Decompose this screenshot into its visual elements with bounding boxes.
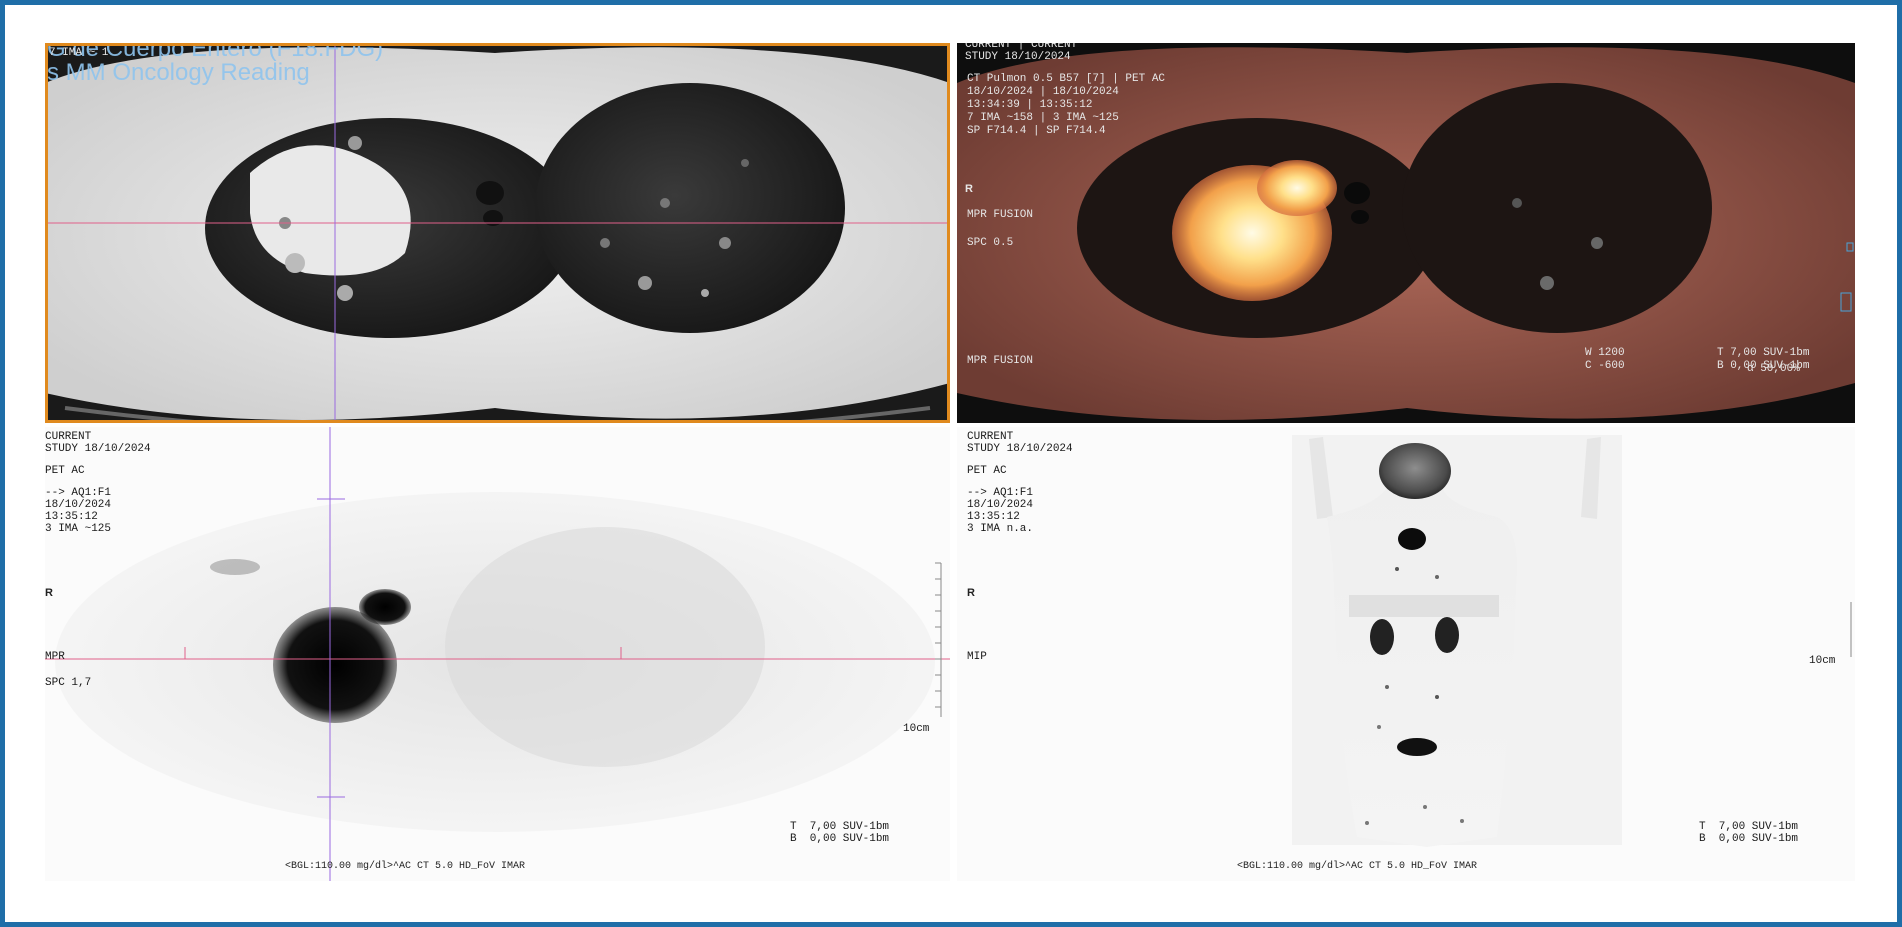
mip-suv-bottom: B 0,00 SUV-1bm: [1699, 833, 1799, 845]
fusion-window-width: W 1200: [1585, 347, 1625, 359]
fusion-mpr-label: MPR FUSION: [967, 209, 1034, 221]
mip-series: PET AC: [967, 465, 1007, 477]
pet-axial-image: [45, 427, 950, 881]
mip-study: STUDY 18/10/2024: [967, 443, 1073, 455]
pet-scale-label: 10cm: [903, 723, 930, 735]
viewport-ct-axial[interactable]: G de Cuerpo Entero (F18.FDG) s MM Oncolo…: [45, 43, 950, 423]
fusion-sp: SP F714.4 | SP F714.4: [967, 125, 1106, 137]
pet-study: STUDY 18/10/2024: [45, 443, 151, 455]
mip-bladder: [1397, 738, 1437, 756]
pet-spc-label: SPC 1,7: [45, 677, 92, 689]
pet-mpr-label: MPR: [45, 651, 65, 663]
mip-ima: 3 IMA n.a.: [967, 523, 1034, 535]
mip-image: [957, 427, 1855, 881]
mip-scale-label: 10cm: [1809, 655, 1836, 667]
pacs-viewer: G de Cuerpo Entero (F18.FDG) s MM Oncolo…: [45, 43, 1855, 881]
pet-ima: 3 IMA ~125: [45, 523, 112, 535]
viewport-mip[interactable]: CURRENT STUDY 18/10/2024 PET AC --> AQ1:…: [957, 427, 1855, 881]
fusion-time: 13:34:39 | 13:35:12: [967, 99, 1093, 111]
fusion-window-center: C -600: [1585, 360, 1625, 372]
mip-brain: [1379, 443, 1451, 499]
mip-label: MIP: [967, 651, 987, 663]
fusion-orientation-r: R: [965, 183, 973, 195]
fusion-date: 18/10/2024 | 18/10/2024: [967, 86, 1119, 98]
fusion-spc-label: SPC 0.5: [967, 237, 1014, 249]
fusion-mpr-label-2: MPR FUSION: [967, 355, 1034, 367]
fusion-series: CT Pulmon 0.5 B57 [7] | PET AC: [967, 73, 1166, 85]
pet-series: PET AC: [45, 465, 85, 477]
ct-axial-image: [45, 43, 950, 423]
figure-frame: G de Cuerpo Entero (F18.FDG) s MM Oncolo…: [0, 0, 1902, 927]
pet-footer: <BGL:110.00 mg/dl>^AC CT 5.0 HD_FoV IMAR: [285, 861, 526, 872]
viewport-pet-axial[interactable]: CURRENT STUDY 18/10/2024 PET AC --> AQ1:…: [45, 427, 950, 881]
ct-ima-label: 7 IMA ~ 1: [49, 47, 109, 59]
pet-orientation-r: R: [45, 587, 53, 599]
mip-orientation-r: R: [967, 587, 975, 599]
fusion-suv-top: T 7,00 SUV-1bm: [1717, 347, 1810, 359]
mip-lung-lesion: [1398, 528, 1426, 550]
mip-footer: <BGL:110.00 mg/dl>^AC CT 5.0 HD_FoV IMAR: [1237, 861, 1478, 872]
app-line: s MM Oncology Reading: [47, 59, 310, 86]
fusion-suv-bottom: B 0,00 SUV-1bm: [1717, 360, 1810, 372]
fusion-ima: 7 IMA ~158 | 3 IMA ~125: [967, 112, 1119, 124]
viewport-fusion[interactable]: CURRENT | CURRENT STUDY 18/10/2024 CT Pu…: [957, 43, 1855, 423]
fusion-study: STUDY 18/10/2024: [965, 51, 1071, 63]
pet-suv-bottom: B 0,00 SUV-1bm: [790, 833, 890, 845]
